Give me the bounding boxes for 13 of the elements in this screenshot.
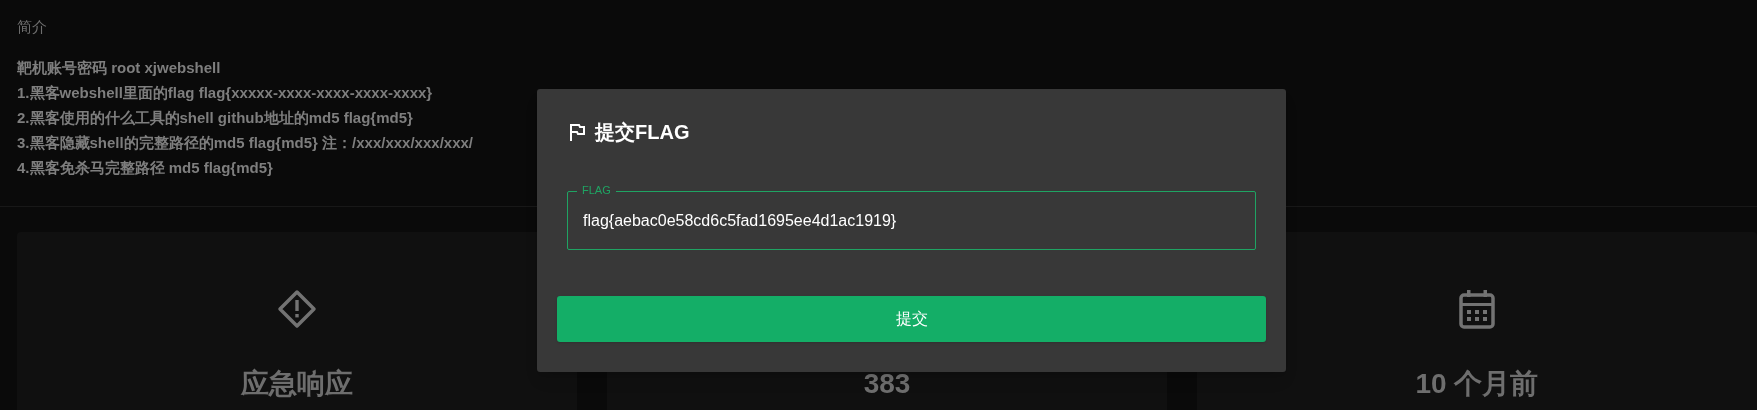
warning-icon (277, 288, 317, 329)
intro-line: 1.黑客webshell里面的flag flag{xxxxx-xxxx-xxxx-xxxx-xxxx} (17, 82, 433, 103)
flag-icon (567, 122, 587, 142)
calendar-icon (1459, 288, 1495, 329)
dialog-title: 提交FLAG (595, 120, 690, 145)
stat-value: 应急响应 (241, 366, 353, 401)
intro-line: 2.黑客使用的什么工具的shell github地址的md5 flag{md5} (17, 107, 413, 128)
intro-line: 4.黑客免杀马完整路径 md5 flag{md5} (17, 157, 273, 178)
section-heading: 简介 (17, 17, 47, 37)
stat-value: 383 (863, 366, 911, 401)
intro-line: 3.黑客隐藏shell的完整路径的md5 flag{md5} 注：/xxx/xxx/xxx/xxx/ (17, 132, 473, 153)
stat-value: 10 个月前 (1415, 366, 1539, 401)
intro-line: 靶机账号密码 root xjwebshell (17, 57, 221, 78)
